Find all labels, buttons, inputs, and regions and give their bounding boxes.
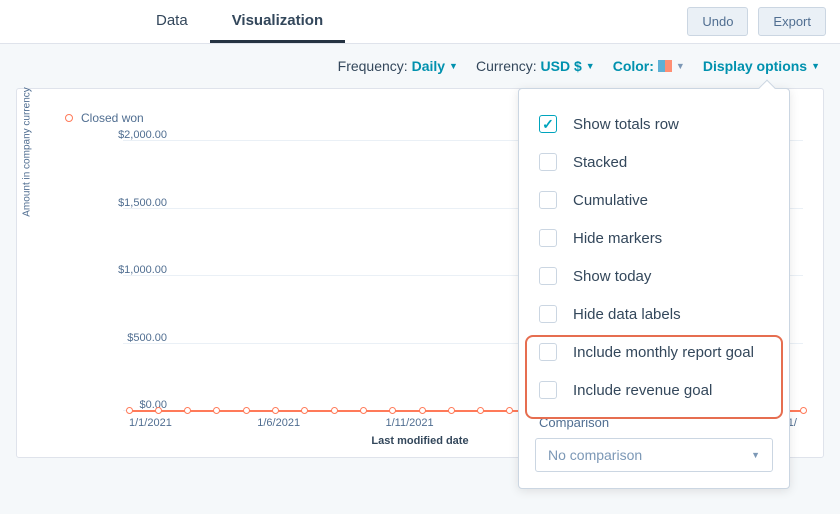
option-stacked[interactable]: Stacked	[535, 143, 773, 181]
option-show-today[interactable]: Show today	[535, 257, 773, 295]
y-tick-label: $1,500.00	[118, 197, 167, 209]
data-marker	[155, 407, 162, 414]
frequency-value[interactable]: Daily▼	[412, 58, 458, 74]
data-marker	[389, 407, 396, 414]
data-marker	[506, 407, 513, 414]
display-options-dropdown: Show totals row Stacked Cumulative Hide …	[518, 88, 790, 489]
currency-value[interactable]: USD $▼	[541, 58, 595, 74]
caret-down-icon: ▼	[751, 450, 760, 460]
checkbox-icon	[539, 153, 557, 171]
y-axis-title: Amount in company currency	[22, 87, 33, 217]
legend-series-label: Closed won	[81, 111, 144, 125]
toolbar: Frequency: Daily▼ Currency: USD $▼ Color…	[0, 44, 840, 88]
option-hide-data-labels[interactable]: Hide data labels	[535, 295, 773, 333]
option-cumulative[interactable]: Cumulative	[535, 181, 773, 219]
data-marker	[126, 407, 133, 414]
checkbox-icon	[539, 305, 557, 323]
data-marker	[184, 407, 191, 414]
x-axis-title: Last modified date	[371, 435, 468, 447]
tab-data[interactable]: Data	[134, 0, 210, 43]
undo-button[interactable]: Undo	[687, 7, 748, 36]
x-tick-label: 1/1/2021	[129, 417, 172, 429]
y-tick-label: $500.00	[127, 332, 167, 344]
tabs: Data Visualization	[134, 0, 345, 43]
caret-down-icon: ▼	[676, 61, 685, 71]
checkbox-icon	[539, 191, 557, 209]
export-button[interactable]: Export	[758, 7, 826, 36]
caret-down-icon: ▼	[811, 61, 820, 71]
x-tick-label: 1/6/2021	[257, 417, 300, 429]
top-bar: Data Visualization Undo Export	[0, 0, 840, 44]
comparison-select[interactable]: No comparison ▼	[535, 438, 773, 472]
checkbox-icon	[539, 115, 557, 133]
y-tick-label: $0.00	[139, 399, 167, 411]
data-marker	[272, 407, 279, 414]
highlight-box	[525, 335, 783, 419]
data-marker	[360, 407, 367, 414]
legend-marker-icon	[65, 114, 73, 122]
data-marker	[419, 407, 426, 414]
data-marker	[301, 407, 308, 414]
color-control[interactable]: Color: ▼	[613, 58, 685, 74]
color-swatch-icon	[658, 60, 672, 72]
option-hide-markers[interactable]: Hide markers	[535, 219, 773, 257]
currency-label: Currency:	[476, 58, 537, 74]
data-marker	[477, 407, 484, 414]
data-marker	[243, 407, 250, 414]
data-marker	[800, 407, 807, 414]
data-marker	[331, 407, 338, 414]
top-right-buttons: Undo Export	[687, 7, 826, 36]
caret-down-icon: ▼	[449, 61, 458, 71]
y-tick-label: $1,000.00	[118, 264, 167, 276]
checkbox-icon	[539, 229, 557, 247]
y-tick-label: $2,000.00	[118, 129, 167, 141]
option-show-totals[interactable]: Show totals row	[535, 105, 773, 143]
tab-visualization[interactable]: Visualization	[210, 0, 345, 43]
frequency-control[interactable]: Frequency: Daily▼	[338, 58, 458, 74]
currency-control[interactable]: Currency: USD $▼	[476, 58, 595, 74]
x-tick-label: 1/11/2021	[386, 417, 434, 429]
data-marker	[213, 407, 220, 414]
frequency-label: Frequency:	[338, 58, 408, 74]
data-marker	[448, 407, 455, 414]
caret-down-icon: ▼	[586, 61, 595, 71]
checkbox-icon	[539, 267, 557, 285]
display-options-control[interactable]: Display options ▼	[703, 58, 820, 74]
